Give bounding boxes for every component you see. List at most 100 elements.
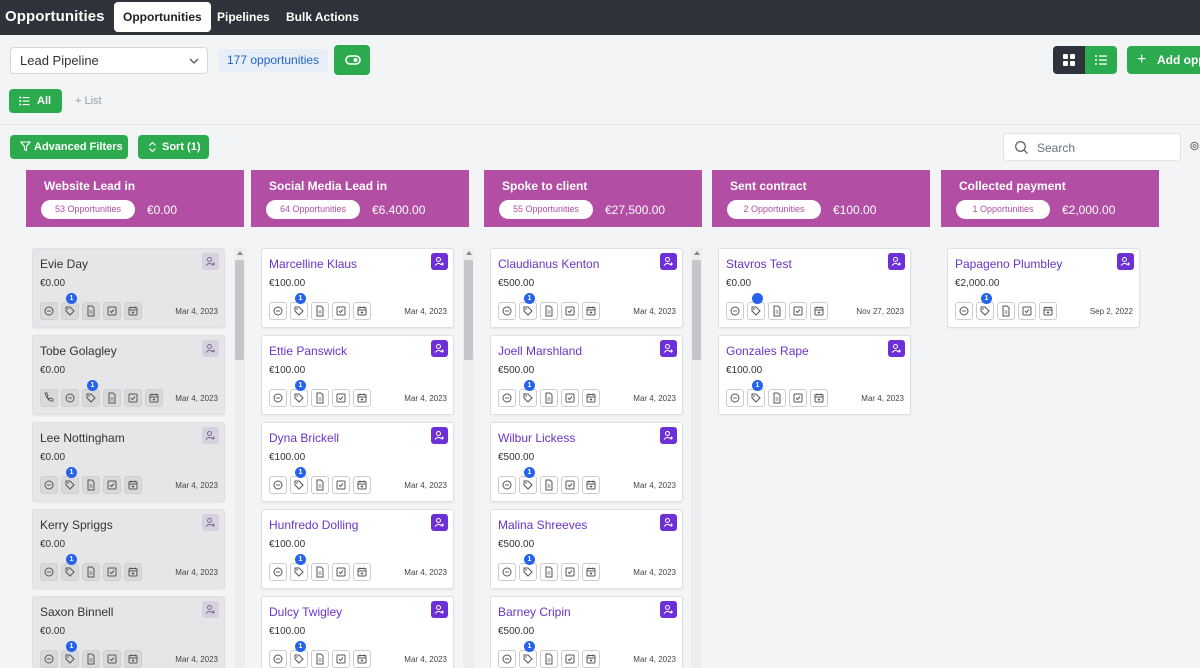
chat-icon-button[interactable]	[269, 389, 287, 407]
scrollbar-thumb[interactable]	[692, 260, 701, 360]
tab-opportunities[interactable]: Opportunities	[114, 2, 211, 32]
document-icon-button[interactable]	[82, 650, 100, 668]
calendar-icon-button[interactable]	[353, 389, 371, 407]
calendar-icon-button[interactable]	[124, 563, 142, 581]
task-icon-button[interactable]	[103, 563, 121, 581]
calendar-icon-button[interactable]	[353, 563, 371, 581]
opportunity-name[interactable]: Kerry Spriggs	[40, 518, 113, 532]
chat-icon-button[interactable]	[498, 389, 516, 407]
calendar-icon-button[interactable]	[124, 302, 142, 320]
calendar-icon-button[interactable]	[1039, 302, 1057, 320]
opportunity-card[interactable]: Barney Cripin €500.00 1 Mar 4, 2023	[490, 596, 683, 668]
chat-icon-button[interactable]	[40, 302, 58, 320]
assign-user-button[interactable]	[202, 340, 219, 357]
opportunity-card[interactable]: Malina Shreeves €500.00 1 Mar 4, 2023	[490, 509, 683, 589]
assign-user-button[interactable]	[431, 514, 448, 531]
document-icon-button[interactable]	[540, 563, 558, 581]
tag-icon-button[interactable]: 1	[290, 641, 308, 668]
opportunity-name[interactable]: Dulcy Twigley	[269, 605, 342, 619]
document-icon-button[interactable]	[311, 563, 329, 581]
document-icon-button[interactable]	[768, 302, 786, 320]
assign-user-button[interactable]	[660, 340, 677, 357]
document-icon-button[interactable]	[540, 302, 558, 320]
opportunity-card[interactable]: Wilbur Lickess €500.00 1 Mar 4, 2023	[490, 422, 683, 502]
calendar-icon-button[interactable]	[810, 302, 828, 320]
task-icon-button[interactable]	[561, 476, 579, 494]
task-icon-button[interactable]	[1018, 302, 1036, 320]
assign-user-button[interactable]	[888, 253, 905, 270]
column-scrollbar[interactable]	[463, 248, 474, 668]
calendar-icon-button[interactable]	[810, 389, 828, 407]
calendar-icon-button[interactable]	[124, 476, 142, 494]
task-icon-button[interactable]	[103, 650, 121, 668]
chat-icon-button[interactable]	[955, 302, 973, 320]
opportunity-card[interactable]: Stavros Test €0.00 Nov 27, 2023	[718, 248, 911, 328]
opportunity-card[interactable]: Kerry Spriggs €0.00 1 Mar 4, 2023	[32, 509, 225, 589]
task-icon-button[interactable]	[332, 650, 350, 668]
assign-user-button[interactable]	[660, 601, 677, 618]
opportunity-card[interactable]: Ettie Panswick €100.00 1 Mar 4, 2023	[261, 335, 454, 415]
document-icon-button[interactable]	[82, 563, 100, 581]
document-icon-button[interactable]	[311, 389, 329, 407]
calendar-icon-button[interactable]	[582, 563, 600, 581]
task-icon-button[interactable]	[124, 389, 142, 407]
assign-user-button[interactable]	[431, 340, 448, 357]
search-input[interactable]: Search	[1003, 133, 1181, 161]
opportunity-card[interactable]: Claudianus Kenton €500.00 1 Mar 4, 2023	[490, 248, 683, 328]
opportunity-name[interactable]: Ettie Panswick	[269, 344, 347, 358]
task-icon-button[interactable]	[332, 563, 350, 581]
opportunity-name[interactable]: Stavros Test	[726, 257, 792, 271]
tag-icon-button[interactable]: 1	[290, 380, 308, 407]
calendar-icon-button[interactable]	[582, 476, 600, 494]
document-icon-button[interactable]	[311, 476, 329, 494]
assign-user-button[interactable]	[660, 514, 677, 531]
chat-icon-button[interactable]	[498, 650, 516, 668]
opportunity-card[interactable]: Evie Day €0.00 1 Mar 4, 2023	[32, 248, 225, 328]
chat-icon-button[interactable]	[269, 563, 287, 581]
assign-user-button[interactable]	[202, 253, 219, 270]
document-icon-button[interactable]	[997, 302, 1015, 320]
calendar-icon-button[interactable]	[582, 389, 600, 407]
tab-pipelines[interactable]: Pipelines	[208, 2, 279, 32]
tab-bulk-actions[interactable]: Bulk Actions	[277, 2, 368, 32]
task-icon-button[interactable]	[103, 476, 121, 494]
tag-icon-button[interactable]: 1	[61, 554, 79, 581]
tag-icon-button[interactable]: 1	[519, 293, 537, 320]
task-icon-button[interactable]	[103, 302, 121, 320]
tag-icon-button[interactable]: 1	[519, 554, 537, 581]
opportunity-card[interactable]: Tobe Golagley €0.00 1 Mar 4, 2023	[32, 335, 225, 415]
task-icon-button[interactable]	[332, 476, 350, 494]
tag-icon-button[interactable]: 1	[519, 467, 537, 494]
chat-icon-button[interactable]	[40, 476, 58, 494]
opportunity-card[interactable]: Papageno Plumbley €2,000.00 1 Sep 2, 2022	[947, 248, 1140, 328]
toggle-button[interactable]	[334, 45, 370, 75]
chat-icon-button[interactable]	[40, 563, 58, 581]
opportunity-name[interactable]: Lee Nottingham	[40, 431, 125, 445]
calendar-icon-button[interactable]	[582, 650, 600, 668]
opportunity-name[interactable]: Wilbur Lickess	[498, 431, 575, 445]
opportunity-card[interactable]: Saxon Binnell €0.00 1 Mar 4, 2023	[32, 596, 225, 668]
document-icon-button[interactable]	[540, 650, 558, 668]
opportunity-card[interactable]: Marcelline Klaus €100.00 1 Mar 4, 2023	[261, 248, 454, 328]
scroll-up-arrow[interactable]	[237, 251, 243, 255]
opportunity-name[interactable]: Saxon Binnell	[40, 605, 113, 619]
assign-user-button[interactable]	[431, 601, 448, 618]
document-icon-button[interactable]	[82, 302, 100, 320]
sort-button[interactable]: Sort (1)	[138, 135, 209, 159]
opportunity-name[interactable]: Malina Shreeves	[498, 518, 587, 532]
chat-icon-button[interactable]	[61, 389, 79, 407]
tag-icon-button[interactable]: 1	[61, 293, 79, 320]
opportunity-name[interactable]: Claudianus Kenton	[498, 257, 599, 271]
assign-user-button[interactable]	[1117, 253, 1134, 270]
tag-icon-button[interactable]: 1	[290, 467, 308, 494]
chat-icon-button[interactable]	[498, 476, 516, 494]
column-scrollbar[interactable]	[234, 248, 245, 668]
chat-icon-button[interactable]	[498, 302, 516, 320]
add-list-link[interactable]: + List	[75, 95, 102, 107]
opportunity-card[interactable]: Joell Marshland €500.00 1 Mar 4, 2023	[490, 335, 683, 415]
tag-icon-button[interactable]: 1	[519, 641, 537, 668]
document-icon-button[interactable]	[82, 476, 100, 494]
column-scrollbar[interactable]	[691, 248, 702, 668]
opportunity-name[interactable]: Tobe Golagley	[40, 344, 117, 358]
document-icon-button[interactable]	[540, 389, 558, 407]
